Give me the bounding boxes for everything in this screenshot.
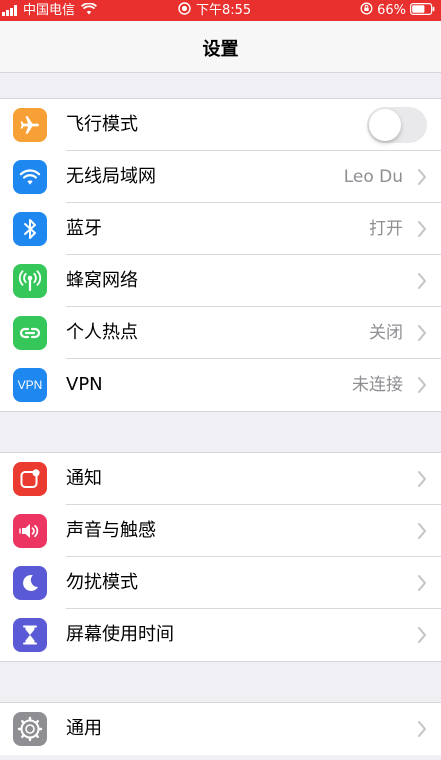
settings-row-airplane-mode[interactable]: 飞行模式 — [0, 99, 441, 151]
settings-row-label: 声音与触感 — [66, 520, 156, 541]
hotspot-icon — [13, 316, 47, 350]
settings-row-label: 蜂窝网络 — [66, 270, 138, 291]
airplane-mode-toggle[interactable] — [367, 107, 427, 143]
settings-row-vpn[interactable]: VPN VPN 未连接 — [0, 359, 441, 411]
carrier-name: 中国电信 — [23, 3, 76, 18]
notification-icon — [13, 462, 47, 496]
chevron-right-icon — [418, 523, 426, 539]
chevron-right-icon — [418, 575, 426, 591]
settings-group-general: 通用 — [0, 702, 441, 755]
record-indicator-icon — [178, 2, 191, 19]
chevron-right-icon — [418, 471, 426, 487]
settings-row-personal-hotspot[interactable]: 个人热点 关闭 — [0, 307, 441, 359]
clock: 下午8:55 — [196, 3, 252, 18]
settings-row-label: 个人热点 — [66, 322, 138, 343]
battery-icon — [410, 2, 435, 19]
toggle-knob — [369, 109, 401, 141]
page-title: 设置 — [202, 39, 239, 60]
settings-row-general[interactable]: 通用 — [0, 703, 441, 755]
settings-group-connectivity: 飞行模式 无线局域网 Leo Du 蓝牙 打开 蜂窝网络 个人热点 关闭 VPN… — [0, 98, 441, 412]
bluetooth-status-value: 打开 — [369, 219, 403, 239]
settings-row-label: VPN — [66, 374, 103, 395]
chevron-right-icon — [418, 273, 426, 289]
status-bar: 中国电信 下午8:55 66% — [0, 0, 441, 21]
settings-group-notifications: 通知 声音与触感 勿扰模式 屏幕使用时间 — [0, 452, 441, 662]
chevron-right-icon — [418, 377, 426, 393]
battery-percent: 66% — [377, 3, 406, 18]
wifi-icon — [13, 160, 47, 194]
settings-row-screen-time[interactable]: 屏幕使用时间 — [0, 609, 441, 661]
chevron-right-icon — [418, 221, 426, 237]
settings-row-label: 屏幕使用时间 — [66, 624, 174, 645]
wifi-status-icon — [80, 1, 98, 19]
signal-strength-icon — [2, 5, 17, 16]
vpn-icon: VPN — [13, 368, 47, 402]
airplane-icon — [13, 108, 47, 142]
navigation-bar: 设置 — [0, 21, 441, 73]
chevron-right-icon — [418, 721, 426, 737]
status-bar-right: 66% — [360, 0, 435, 21]
settings-row-label: 无线局域网 — [66, 166, 156, 187]
speaker-icon — [13, 514, 47, 548]
settings-row-label: 蓝牙 — [66, 218, 102, 239]
bluetooth-icon — [13, 212, 47, 246]
settings-row-cellular[interactable]: 蜂窝网络 — [0, 255, 441, 307]
settings-row-label: 飞行模式 — [66, 114, 138, 135]
vpn-status-value: 未连接 — [352, 375, 403, 395]
wifi-network-value: Leo Du — [343, 167, 403, 187]
chevron-right-icon — [418, 325, 426, 341]
gear-icon — [13, 712, 47, 746]
status-bar-center: 下午8:55 — [178, 0, 251, 21]
vpn-icon-text: VPN — [17, 378, 43, 392]
settings-row-label: 勿扰模式 — [66, 572, 138, 593]
settings-row-label: 通用 — [66, 718, 102, 739]
settings-row-wifi[interactable]: 无线局域网 Leo Du — [0, 151, 441, 203]
settings-row-label: 通知 — [66, 468, 102, 489]
settings-row-bluetooth[interactable]: 蓝牙 打开 — [0, 203, 441, 255]
settings-row-do-not-disturb[interactable]: 勿扰模式 — [0, 557, 441, 609]
chevron-right-icon — [418, 169, 426, 185]
antenna-icon — [13, 264, 47, 298]
hotspot-status-value: 关闭 — [369, 323, 403, 343]
settings-row-sounds-haptics[interactable]: 声音与触感 — [0, 505, 441, 557]
settings-row-notifications[interactable]: 通知 — [0, 453, 441, 505]
orientation-lock-icon — [360, 2, 373, 19]
moon-icon — [13, 566, 47, 600]
chevron-right-icon — [418, 627, 426, 643]
hourglass-icon — [13, 618, 47, 652]
status-bar-left: 中国电信 — [2, 0, 98, 21]
